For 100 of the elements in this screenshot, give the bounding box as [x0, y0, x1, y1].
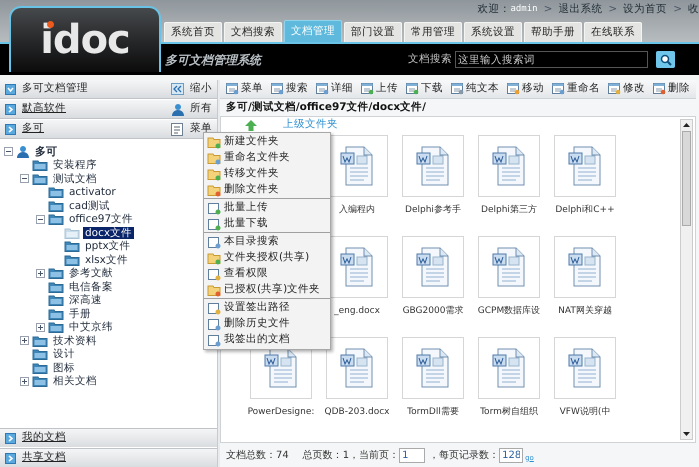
- file-name[interactable]: 入编程内: [339, 204, 375, 218]
- toolbar-icon: [552, 83, 565, 95]
- file-name[interactable]: GCPM数据库设: [478, 305, 540, 318]
- panel-header[interactable]: 多可 菜单: [0, 120, 217, 139]
- collapse-toggle[interactable]: [36, 214, 45, 224]
- scroll-thumb[interactable]: [682, 131, 691, 226]
- panel-action[interactable]: 缩小: [190, 81, 212, 97]
- tree-item[interactable]: activator: [67, 186, 118, 198]
- toolbar-button[interactable]: 纯文本: [451, 81, 499, 97]
- menu-item[interactable]: 设置签出路径: [204, 300, 330, 316]
- tree-item[interactable]: 多可: [33, 146, 59, 158]
- tree-item[interactable]: 电信备案: [67, 280, 115, 293]
- toolbar-button[interactable]: 搜索: [271, 81, 308, 97]
- panel-title[interactable]: 多可: [22, 121, 44, 137]
- tree-item[interactable]: 中艾京纬: [67, 321, 115, 334]
- file-name[interactable]: NAT网关穿越: [558, 305, 612, 318]
- tree-item[interactable]: 安装程序: [51, 159, 99, 172]
- panel-header[interactable]: 共享文档: [0, 448, 217, 467]
- menu-item[interactable]: 本目录搜索: [204, 234, 330, 250]
- panel-title[interactable]: 默高软件: [22, 101, 66, 117]
- expand-toggle[interactable]: [36, 322, 45, 332]
- up-folder-link[interactable]: 上级文件夹: [283, 117, 338, 133]
- file-name[interactable]: GBG2000需求: [402, 305, 464, 318]
- file-name[interactable]: Delphi和C++: [555, 204, 615, 218]
- file-thumbnail[interactable]: [402, 135, 464, 197]
- file-thumbnail[interactable]: [402, 236, 464, 298]
- nav-tab[interactable]: 帮助手册: [524, 22, 582, 42]
- nav-tab[interactable]: 常用管理: [404, 22, 462, 42]
- menu-item[interactable]: 我签出的文档: [204, 332, 330, 348]
- nav-tab[interactable]: 系统设置: [464, 22, 522, 42]
- search-button[interactable]: [656, 51, 675, 68]
- menu-item[interactable]: 批量下载: [204, 216, 330, 232]
- menu-item[interactable]: 删除文件夹: [204, 182, 330, 198]
- nav-tab[interactable]: 文档搜索: [224, 22, 282, 42]
- menu-item[interactable]: 批量上传: [204, 200, 330, 216]
- collapse-toggle[interactable]: [20, 174, 29, 184]
- file-name[interactable]: Delphi第三方: [481, 204, 537, 218]
- file-thumbnail[interactable]: [402, 337, 464, 399]
- panel-title[interactable]: 我的文档: [22, 430, 66, 446]
- tree-item[interactable]: 设计: [51, 348, 77, 360]
- header-link[interactable]: 设为首页: [623, 2, 668, 18]
- tree-item[interactable]: 深高速: [67, 294, 104, 306]
- nav-tab[interactable]: 部门设置: [344, 22, 402, 42]
- header-link[interactable]: 退出系统: [558, 2, 602, 18]
- file-thumbnail[interactable]: [554, 135, 616, 197]
- toolbar-button[interactable]: 修改: [608, 81, 645, 97]
- tree-item[interactable]: pptx文件: [83, 240, 133, 252]
- panel-action[interactable]: 所有: [190, 101, 212, 117]
- tree-item[interactable]: office97文件: [67, 213, 136, 226]
- file-thumbnail[interactable]: [478, 236, 540, 298]
- menu-item[interactable]: 重命名文件夹: [204, 150, 330, 166]
- panel-header[interactable]: 多可文档管理 缩小: [0, 80, 217, 99]
- panel-header[interactable]: 默高软件 所有: [0, 100, 217, 119]
- tree-item[interactable]: xlsx文件: [83, 254, 130, 266]
- file-thumbnail[interactable]: [478, 337, 540, 399]
- tree-item[interactable]: cad测试: [67, 200, 112, 212]
- current-page-field[interactable]: 1: [399, 448, 426, 462]
- file-thumbnail[interactable]: [478, 135, 540, 197]
- tree-item[interactable]: 手册: [67, 308, 93, 320]
- tree-item[interactable]: 图标: [51, 362, 77, 374]
- toolbar-button[interactable]: 重命名: [552, 81, 600, 97]
- toolbar-button[interactable]: 移动: [507, 81, 544, 97]
- file-name[interactable]: VFW说明(中: [560, 406, 610, 420]
- file-name[interactable]: _eng.docx: [334, 305, 380, 318]
- search-field[interactable]: 这里输入搜索词: [455, 51, 648, 68]
- panel-action[interactable]: 菜单: [190, 121, 212, 137]
- file-name[interactable]: PowerDesigne:: [248, 406, 314, 420]
- tree-item[interactable]: 测试文档: [51, 172, 99, 185]
- panel-title[interactable]: 共享文档: [22, 450, 66, 466]
- toolbar-button[interactable]: 菜单: [226, 81, 263, 97]
- toolbar-button[interactable]: 删除: [653, 81, 690, 97]
- scrollbar[interactable]: [680, 119, 693, 440]
- expand-toggle[interactable]: [20, 376, 29, 386]
- header-link[interactable]: 收: [688, 2, 699, 18]
- per-page-field[interactable]: 128: [499, 448, 524, 462]
- file-name[interactable]: TormDll需要: [407, 406, 459, 420]
- file-thumbnail[interactable]: [554, 337, 616, 399]
- file-thumbnail[interactable]: [554, 236, 616, 298]
- toolbar-button[interactable]: 下载: [406, 81, 443, 97]
- file-name[interactable]: Torm树自组织: [480, 406, 538, 420]
- expand-toggle[interactable]: [20, 336, 29, 346]
- toolbar-button[interactable]: 详细: [316, 81, 353, 97]
- file-thumbnail[interactable]: [326, 337, 388, 399]
- menu-item[interactable]: 删除历史文件: [204, 316, 330, 332]
- expand-toggle[interactable]: [36, 268, 45, 278]
- tree-item[interactable]: 参考文献: [67, 267, 115, 280]
- collapse-toggle[interactable]: [4, 147, 13, 156]
- menu-item[interactable]: 已授权(共享)文件夹: [204, 282, 330, 298]
- toolbar-button[interactable]: 上传: [361, 81, 398, 97]
- tree-item[interactable]: docx文件: [83, 226, 134, 239]
- panel-header[interactable]: 我的文档: [0, 428, 217, 447]
- tree-item[interactable]: 相关文档: [51, 375, 99, 388]
- menu-item[interactable]: 查看权限: [204, 266, 330, 282]
- menu-item[interactable]: 转移文件夹: [204, 166, 330, 182]
- file-name[interactable]: Delphi参考手: [405, 204, 461, 218]
- tree-item[interactable]: 技术资料: [51, 334, 99, 347]
- file-name[interactable]: QDB-203.docx: [324, 406, 390, 420]
- menu-item[interactable]: 文件夹授权(共享): [204, 250, 330, 266]
- nav-tab[interactable]: 系统首页: [164, 22, 222, 42]
- nav-tab[interactable]: 在线联系: [584, 22, 642, 42]
